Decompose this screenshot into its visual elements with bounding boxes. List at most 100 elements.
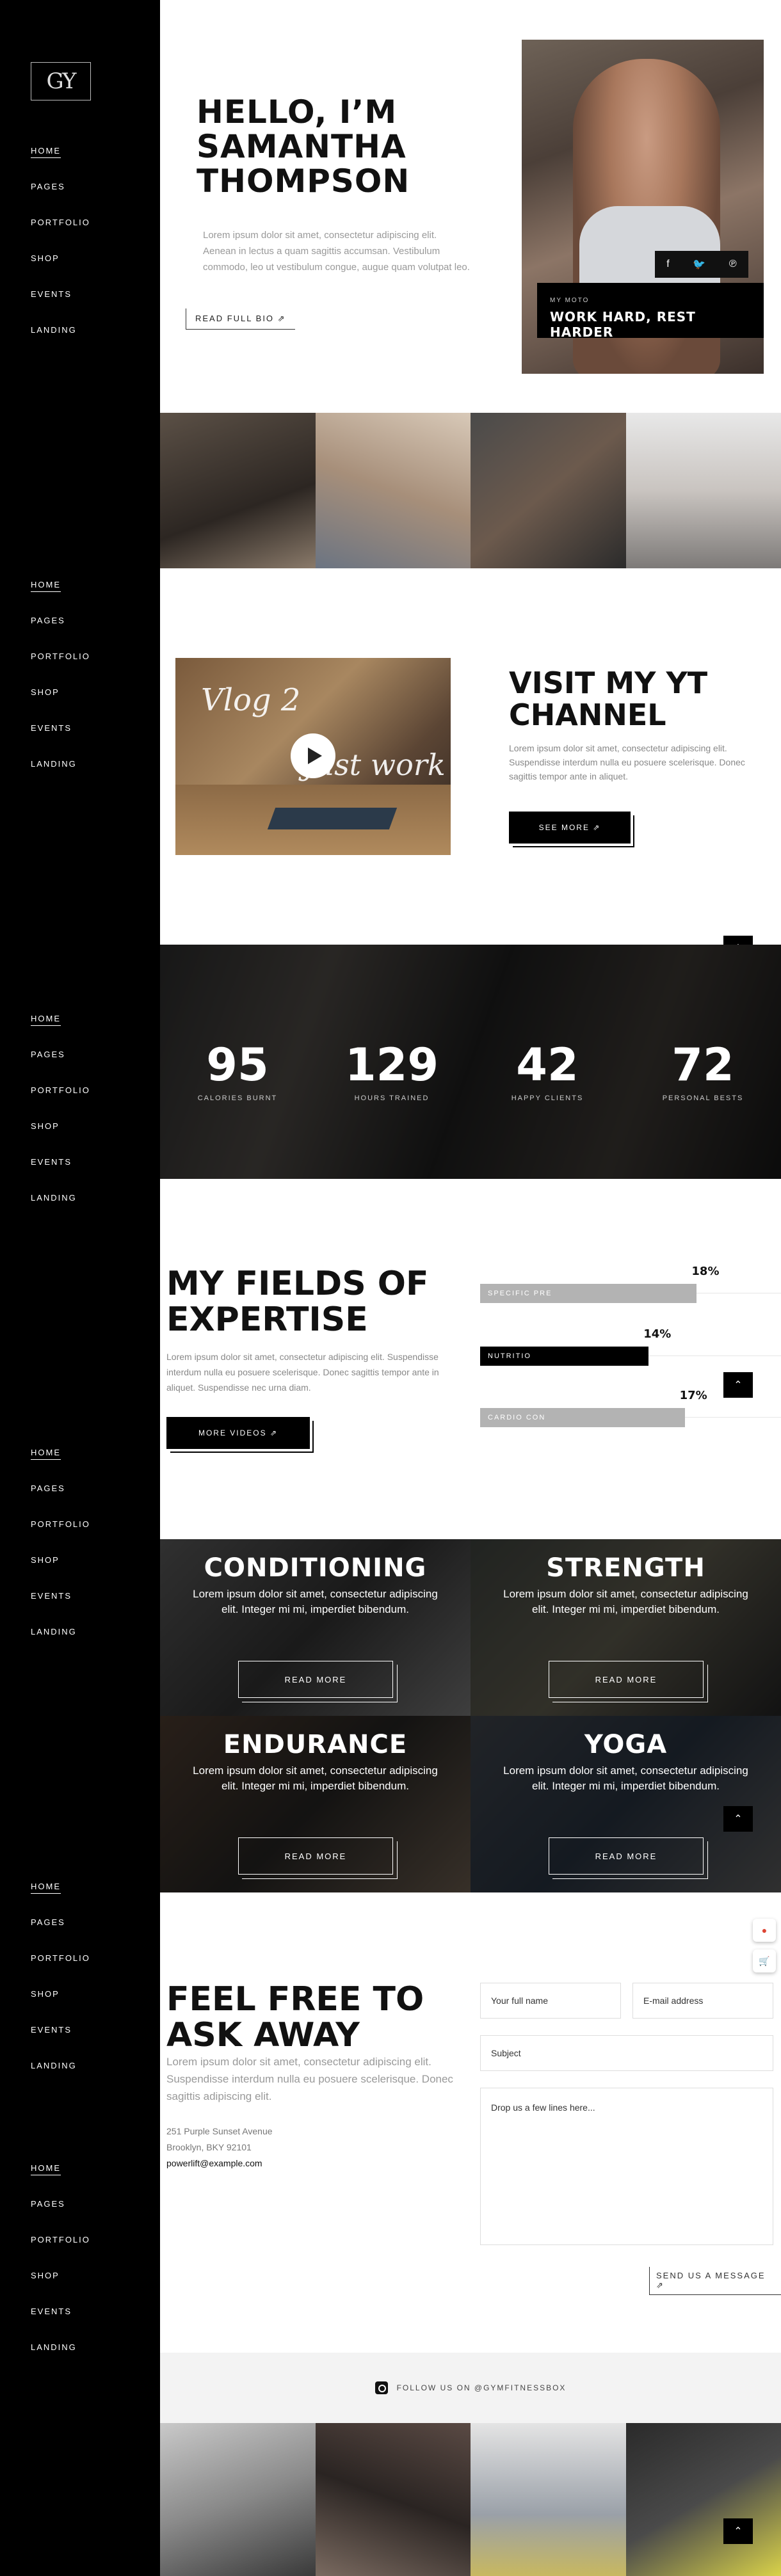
- nav-item-shop[interactable]: SHOP: [31, 1555, 120, 1591]
- instagram-image[interactable]: [471, 2423, 626, 2576]
- nav-item-portfolio[interactable]: PORTFOLIO: [31, 1085, 120, 1121]
- gallery-image[interactable]: [625, 413, 781, 568]
- moto-label: MY MOTO: [550, 297, 590, 304]
- read-more-button[interactable]: READ MORE: [549, 1661, 708, 1702]
- skill-bar-fill: NUTRITIO: [480, 1347, 649, 1366]
- message-textarea[interactable]: Drop us a few lines here...: [480, 2088, 773, 2245]
- subject-field[interactable]: Subject: [480, 2035, 773, 2071]
- nav-item-home[interactable]: HOME: [31, 580, 120, 616]
- nav-item-pages[interactable]: PAGES: [31, 1050, 120, 1085]
- card-title: ENDURANCE: [223, 1730, 408, 1759]
- scroll-top-button[interactable]: ⌃: [723, 1372, 753, 1398]
- nav-item-landing[interactable]: LANDING: [31, 2342, 120, 2378]
- nav-item-landing[interactable]: LANDING: [31, 2061, 120, 2097]
- instagram-image[interactable]: [625, 2423, 781, 2576]
- nav-item-portfolio[interactable]: PORTFOLIO: [31, 1519, 120, 1555]
- contact-email[interactable]: powerlift@example.com: [166, 2156, 273, 2172]
- pinterest-icon[interactable]: ℗: [729, 259, 737, 270]
- nav-item-shop[interactable]: SHOP: [31, 2271, 120, 2307]
- skill-bar-percent: 17%: [679, 1389, 707, 1402]
- nav-item-home[interactable]: HOME: [31, 146, 120, 182]
- hero-portrait-image: f 🐦 ℗ MY MOTO WORK HARD, REST HARDER: [522, 40, 764, 374]
- nav-item-events[interactable]: EVENTS: [31, 2307, 120, 2342]
- address-line: Brooklyn, BKY 92101: [166, 2142, 252, 2152]
- read-more-button[interactable]: READ MORE: [238, 1837, 398, 1879]
- sidebar-nav: HOME PAGES PORTFOLIO SHOP EVENTS LANDING: [31, 2163, 120, 2378]
- stat-label: CALORIES BURNT: [197, 1094, 278, 1102]
- nav-item-events[interactable]: EVENTS: [31, 289, 120, 325]
- skill-bar-percent: 18%: [691, 1265, 720, 1278]
- read-more-button[interactable]: READ MORE: [238, 1661, 398, 1702]
- facebook-icon[interactable]: f: [666, 259, 669, 270]
- nav-item-landing[interactable]: LANDING: [31, 759, 120, 795]
- nav-item-pages[interactable]: PAGES: [31, 616, 120, 652]
- instagram-icon[interactable]: [374, 2381, 388, 2394]
- hero-intro-text: Lorem ipsum dolor sit amet, consectetur …: [203, 230, 470, 273]
- nav-item-portfolio[interactable]: PORTFOLIO: [31, 652, 120, 687]
- sidebar-nav: HOME PAGES PORTFOLIO SHOP EVENTS LANDING: [31, 580, 120, 795]
- twitter-icon[interactable]: 🐦: [693, 258, 705, 271]
- mat-shape: [267, 808, 398, 829]
- nav-item-pages[interactable]: PAGES: [31, 1484, 120, 1519]
- card-title: STRENGTH: [546, 1553, 705, 1583]
- hero-title: HELLO, I’M SAMANTHA THOMPSON: [197, 93, 410, 200]
- nav-item-shop[interactable]: SHOP: [31, 687, 120, 723]
- stats-band: 95 CALORIES BURNT 129 HOURS TRAINED 42 H…: [160, 945, 781, 1179]
- nav-item-landing[interactable]: LANDING: [31, 1627, 120, 1663]
- scroll-top-button[interactable]: ⌃: [723, 1806, 753, 1832]
- thumbnail-title: Vlog 2: [201, 682, 301, 718]
- gallery-image[interactable]: [471, 413, 626, 568]
- card-text: Lorem ipsum dolor sit amet, consectetur …: [193, 1764, 438, 1792]
- nav-item-events[interactable]: EVENTS: [31, 1591, 120, 1627]
- service-card: CONDITIONING Lorem ipsum dolor sit amet,…: [160, 1539, 471, 1716]
- nav-item-landing[interactable]: LANDING: [31, 325, 120, 361]
- moto-text: WORK HARD, REST HARDER: [550, 309, 696, 340]
- follow-text[interactable]: FOLLOW US ON @GYMFITNESSBOX: [397, 2383, 567, 2392]
- moto-box: MY MOTO WORK HARD, REST HARDER: [537, 283, 764, 340]
- instagram-image[interactable]: [315, 2423, 471, 2576]
- nav-item-events[interactable]: EVENTS: [31, 1157, 120, 1193]
- nav-item-portfolio[interactable]: PORTFOLIO: [31, 2235, 120, 2271]
- nav-item-portfolio[interactable]: PORTFOLIO: [31, 1953, 120, 1989]
- nav-item-home[interactable]: HOME: [31, 1448, 120, 1484]
- see-more-button[interactable]: SEE MORE ⇗: [509, 812, 631, 844]
- favorite-float-button[interactable]: ●: [753, 1919, 776, 1942]
- stat-label: PERSONAL BESTS: [662, 1094, 744, 1102]
- nav-item-shop[interactable]: SHOP: [31, 253, 120, 289]
- instagram-image[interactable]: [160, 2423, 316, 2576]
- nav-item-shop[interactable]: SHOP: [31, 1121, 120, 1157]
- contact-text: Lorem ipsum dolor sit amet, consectetur …: [166, 2056, 453, 2102]
- cart-float-button[interactable]: 🛒: [753, 1949, 776, 1972]
- nav-item-home[interactable]: HOME: [31, 1882, 120, 1917]
- yt-section-title: VISIT MY YT CHANNEL: [509, 666, 708, 732]
- nav-item-events[interactable]: EVENTS: [31, 723, 120, 759]
- nav-item-shop[interactable]: SHOP: [31, 1989, 120, 2025]
- more-videos-button[interactable]: MORE VIDEOS ⇗: [166, 1417, 310, 1449]
- sidebar-nav: HOME PAGES PORTFOLIO SHOP EVENTS LANDING: [31, 1448, 120, 1663]
- read-more-button[interactable]: READ MORE: [549, 1837, 708, 1879]
- nav-item-home[interactable]: HOME: [31, 1014, 120, 1050]
- nav-item-home[interactable]: HOME: [31, 2163, 120, 2199]
- nav-item-portfolio[interactable]: PORTFOLIO: [31, 218, 120, 253]
- gallery-image[interactable]: [315, 413, 471, 568]
- skill-bar-fill: SPECIFIC PRE: [480, 1284, 697, 1303]
- card-title: CONDITIONING: [204, 1553, 427, 1583]
- nav-item-pages[interactable]: PAGES: [31, 1917, 120, 1953]
- nav-item-pages[interactable]: PAGES: [31, 2199, 120, 2235]
- card-text: Lorem ipsum dolor sit amet, consectetur …: [193, 1588, 438, 1615]
- skill-bar: NUTRITIO 14%: [480, 1327, 781, 1366]
- send-message-button[interactable]: SEND US A MESSAGE ⇗: [649, 2267, 781, 2295]
- video-thumbnail[interactable]: Vlog 2 Just work: [175, 658, 451, 855]
- nav-item-landing[interactable]: LANDING: [31, 1193, 120, 1229]
- nav-item-events[interactable]: EVENTS: [31, 2025, 120, 2061]
- contact-address: 251 Purple Sunset Avenue Brooklyn, BKY 9…: [166, 2124, 273, 2172]
- nav-item-pages[interactable]: PAGES: [31, 182, 120, 218]
- full-name-field[interactable]: Your full name: [480, 1983, 621, 2019]
- email-field[interactable]: E-mail address: [632, 1983, 773, 2019]
- play-icon[interactable]: [291, 733, 335, 778]
- read-full-bio-button[interactable]: READ FULL BIO ⇗: [186, 308, 295, 330]
- site-logo[interactable]: GY: [31, 62, 91, 100]
- scroll-top-button[interactable]: ⌃: [723, 2518, 753, 2544]
- chevron-up-icon: ⌃: [734, 1814, 743, 1825]
- gallery-image[interactable]: [160, 413, 316, 568]
